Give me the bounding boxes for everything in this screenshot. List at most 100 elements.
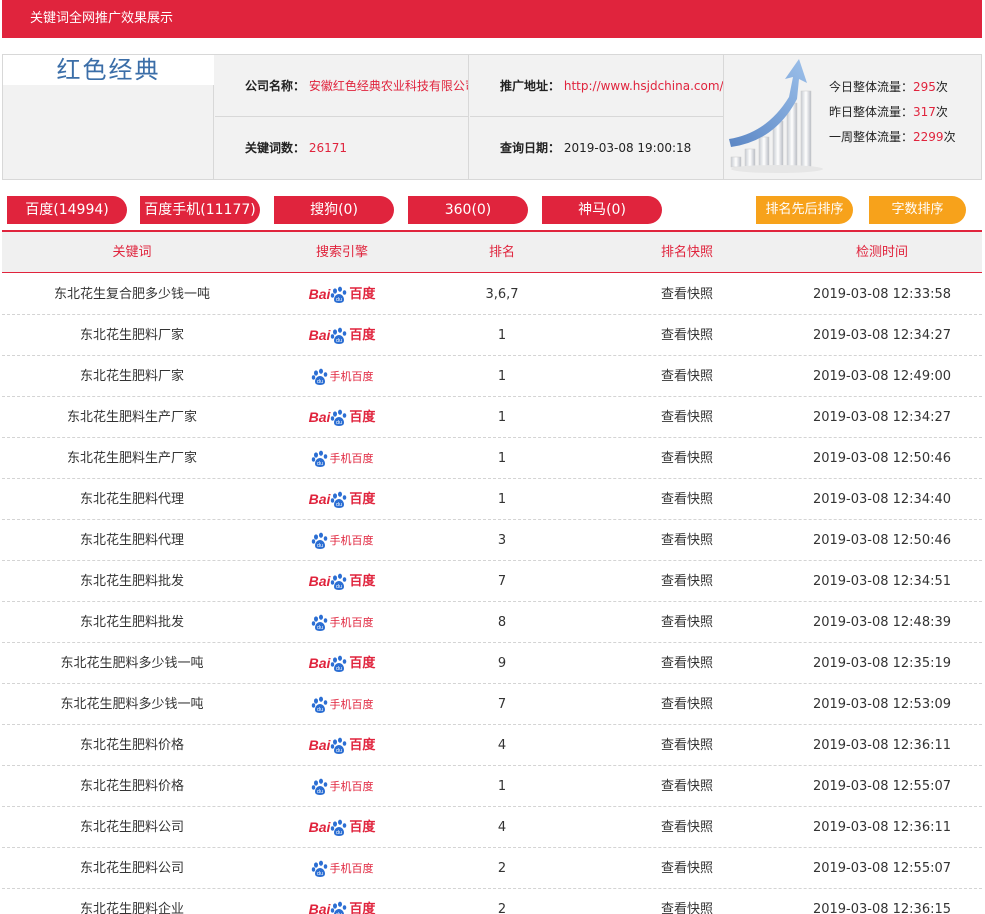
view-snapshot-link[interactable]: 查看快照	[587, 397, 787, 438]
header-snapshot: 排名快照	[660, 245, 713, 260]
keyword-cell: 东北花生肥料生产厂家	[66, 451, 197, 466]
filter-baidu-button[interactable]: 百度(14994)	[7, 196, 127, 224]
check-time-cell: 2019-03-08 12:49:00	[812, 369, 952, 384]
keyword-cell: 东北花生肥料生产厂家	[66, 410, 197, 425]
header-time: 检测时间	[855, 245, 908, 260]
table-row: 东北花生肥料公司 du 手机百度 2 查看快照 2019-03-08 12:55:07	[2, 848, 982, 889]
filter-shenma-button[interactable]: 神马(0)	[542, 196, 662, 224]
page-header: 关键词全网推广效果展示	[2, 0, 982, 38]
header-engine: 搜索引擎	[315, 245, 368, 260]
keyword-table: 关键词 搜索引擎 排名 排名快照 检测时间 东北花生复合肥多少钱一吨 Bai du 百…	[2, 230, 982, 914]
baidu-logo: Baidu百度	[308, 655, 376, 672]
page-title: 关键词全网推广效果展示	[30, 11, 174, 26]
promo-url-cell: 推广地址： http://www.hsjdchina.com/	[470, 55, 724, 117]
rank-cell: 3	[497, 533, 507, 548]
table-row: 东北花生肥料价格 du 手机百度 1 查看快照 2019-03-08 12:55:07	[2, 766, 982, 807]
traffic-stats: 今日整体流量：295次 昨日整体流量：317次 一周整体流量：2299次	[829, 75, 956, 150]
keyword-cell: 东北花生肥料代理	[79, 533, 184, 548]
view-snapshot-link[interactable]: 查看快照	[587, 315, 787, 356]
baidu-logo: Baidu百度	[308, 819, 376, 836]
baidu-paw-icon: du	[311, 368, 327, 385]
table-row: 东北花生肥料价格 Bai du 百度 4 查看快照 2019-03-08 12:36:11	[2, 725, 982, 766]
table-row: 东北花生肥料厂家 du 手机百度 1 查看快照 2019-03-08 12:49:00	[2, 356, 982, 397]
company-name-value: 安徽红色经典农业科技有限公司	[308, 79, 469, 93]
view-snapshot-link[interactable]: 查看快照	[587, 807, 787, 848]
keyword-cell: 东北花生肥料企业	[79, 902, 184, 914]
view-snapshot-link[interactable]: 查看快照	[587, 889, 787, 914]
view-snapshot-link[interactable]: 查看快照	[587, 438, 787, 479]
view-snapshot-link[interactable]: 查看快照	[587, 520, 787, 561]
view-snapshot-link[interactable]: 查看快照	[587, 725, 787, 766]
check-time-cell: 2019-03-08 12:33:58	[812, 287, 952, 302]
company-name-cell: 公司名称： 安徽红色经典农业科技有限公司	[215, 55, 469, 117]
svg-text:du: du	[316, 707, 322, 713]
svg-text:du: du	[316, 789, 322, 795]
query-date-label: 查询日期：	[500, 141, 561, 155]
check-time-cell: 2019-03-08 12:48:39	[812, 615, 952, 630]
table-row: 东北花生肥料生产厂家 Bai du 百度 1 查看快照 2019-03-08 12:34:2…	[2, 397, 982, 438]
table-row: 东北花生肥料企业 Baidu百度 2 查看快照 2019-03-08 12:36:15	[2, 889, 982, 914]
rank-cell: 4	[497, 738, 507, 753]
baidu-logo: Baidu百度	[309, 889, 375, 914]
mobile-baidu-logo: du 手机百度	[311, 520, 374, 561]
svg-text:du: du	[336, 666, 342, 672]
table-row: 东北花生复合肥多少钱一吨 Bai du 百度 3,6,7 查看快照 2019-03-08 1…	[2, 274, 982, 315]
table-row: 东北花生肥料多少钱一吨 Bai du 百度 9 查看快照 2019-03-08 12:35:…	[2, 643, 982, 684]
table-row: 东北花生肥料代理 du 手机百度 3 查看快照 2019-03-08 12:50:46	[2, 520, 982, 561]
filter-baidu-mobile-button[interactable]: 百度手机(11177)	[140, 196, 260, 224]
engine-cell: du 手机百度	[272, 766, 412, 807]
sort-by-rank-button[interactable]: 排名先后排序	[756, 196, 853, 224]
baidu-paw-icon: du	[311, 696, 327, 713]
engine-cell: Baidu百度	[272, 807, 412, 848]
view-snapshot-link[interactable]: 查看快照	[587, 766, 787, 807]
keyword-cell: 东北花生复合肥多少钱一吨	[53, 287, 210, 302]
view-snapshot-link[interactable]: 查看快照	[587, 479, 787, 520]
view-snapshot-link[interactable]: 查看快照	[587, 684, 787, 725]
baidu-logo: Baidu百度	[308, 286, 376, 303]
check-time-cell: 2019-03-08 12:36:15	[812, 902, 952, 914]
check-time-cell: 2019-03-08 12:50:46	[812, 451, 952, 466]
baidu-paw-icon: du	[311, 532, 327, 549]
filter-sogou-button[interactable]: 搜狗(0)	[274, 196, 394, 224]
company-info-panel: 红色经典 公司名称： 安徽红色经典农业科技有限公司 推广地址： http://w…	[2, 54, 982, 180]
engine-cell: du 手机百度	[272, 684, 412, 725]
view-snapshot-link[interactable]: 查看快照	[587, 848, 787, 889]
company-logo: 红色经典	[3, 55, 214, 85]
baidu-paw-icon: du	[331, 901, 347, 914]
view-snapshot-link[interactable]: 查看快照	[587, 602, 787, 643]
rank-cell: 1	[497, 328, 507, 343]
svg-text:du: du	[316, 461, 322, 467]
check-time-cell: 2019-03-08 12:55:07	[812, 861, 952, 876]
view-snapshot-link[interactable]: 查看快照	[587, 643, 787, 684]
promo-url-label: 推广地址：	[500, 79, 561, 93]
growth-chart-icon	[729, 59, 823, 173]
keyword-cell: 东北花生肥料批发	[79, 574, 184, 589]
baidu-logo: Baidu百度	[308, 737, 376, 754]
rank-cell: 2	[497, 861, 507, 876]
check-time-cell: 2019-03-08 12:35:19	[812, 656, 952, 671]
svg-text:du: du	[336, 748, 342, 754]
engine-cell: Baidu百度	[272, 561, 412, 602]
mobile-baidu-logo: du 手机百度	[311, 602, 374, 643]
check-time-cell: 2019-03-08 12:53:09	[812, 697, 952, 712]
promo-url-link[interactable]: http://www.hsjdchina.com/	[564, 79, 723, 93]
svg-text:du: du	[336, 502, 342, 508]
keyword-cell: 东北花生肥料厂家	[79, 328, 184, 343]
svg-text:du: du	[336, 338, 342, 344]
view-snapshot-link[interactable]: 查看快照	[587, 274, 787, 315]
baidu-paw-icon: du	[311, 450, 327, 467]
table-row: 东北花生肥料批发 Bai du 百度 7 查看快照 2019-03-08 12:34:51	[2, 561, 982, 602]
check-time-cell: 2019-03-08 12:36:11	[812, 820, 952, 835]
svg-text:du: du	[316, 379, 322, 385]
sort-by-chars-button[interactable]: 字数排序	[869, 196, 966, 224]
filter-360-button[interactable]: 360(0)	[408, 196, 528, 224]
rank-cell: 1	[497, 779, 507, 794]
check-time-cell: 2019-03-08 12:36:11	[812, 738, 952, 753]
view-snapshot-link[interactable]: 查看快照	[587, 356, 787, 397]
engine-cell: du 手机百度	[272, 520, 412, 561]
rank-cell: 1	[497, 492, 507, 507]
view-snapshot-link[interactable]: 查看快照	[587, 561, 787, 602]
header-rank: 排名	[488, 245, 515, 260]
table-row: 东北花生肥料厂家 Bai du 百度 1 查看快照 2019-03-08 12:34:27	[2, 315, 982, 356]
keyword-cell: 东北花生肥料价格	[79, 738, 184, 753]
